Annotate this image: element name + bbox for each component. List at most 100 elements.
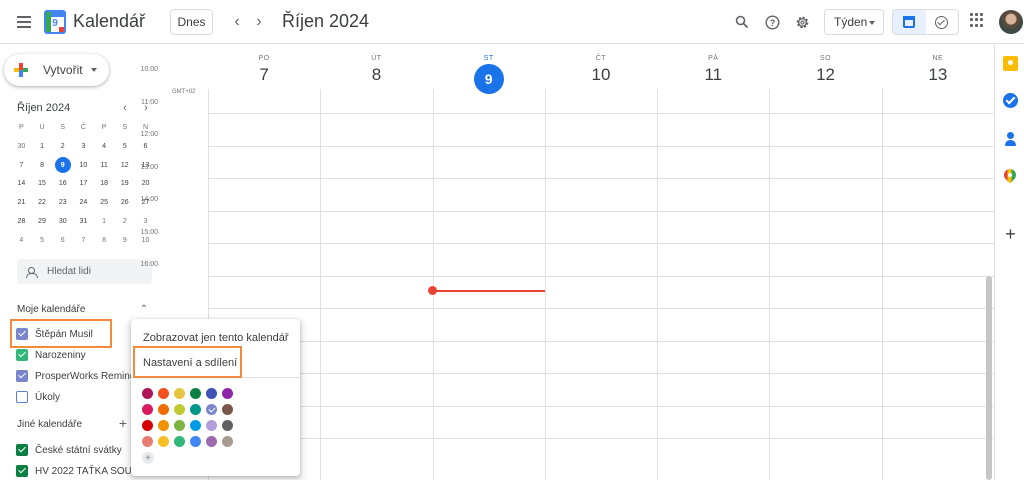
mini-day[interactable]: 28 <box>11 212 32 231</box>
scrollbar[interactable] <box>986 276 992 480</box>
calendar-list-item[interactable]: Štěpán Musil <box>16 325 93 343</box>
mini-day[interactable]: 2 <box>52 137 73 156</box>
chevron-left-icon[interactable]: ‹ <box>226 11 248 33</box>
main-menu-icon[interactable] <box>12 10 36 34</box>
avatar[interactable] <box>999 10 1023 34</box>
day-number[interactable]: 8 <box>320 64 432 86</box>
chevron-up-icon[interactable]: ⌃ <box>137 302 151 316</box>
color-swatch[interactable] <box>206 388 217 399</box>
color-swatch[interactable] <box>174 436 185 447</box>
mini-day[interactable]: 22 <box>32 193 53 212</box>
add-calendar-icon[interactable]: + <box>116 415 130 431</box>
day-header-5[interactable]: SO 12 <box>769 44 881 100</box>
checkbox[interactable] <box>16 328 28 340</box>
day-header-6[interactable]: NE 13 <box>882 44 994 100</box>
keep-icon[interactable] <box>1003 56 1018 71</box>
mini-day[interactable]: 15 <box>32 175 53 194</box>
color-swatch[interactable] <box>190 436 201 447</box>
create-button[interactable]: Vytvořit <box>4 54 109 86</box>
day-number-today[interactable]: 9 <box>473 64 504 94</box>
color-swatch[interactable] <box>222 436 233 447</box>
color-swatch[interactable] <box>158 420 169 431</box>
search-icon[interactable] <box>731 11 753 33</box>
calendar-list-item[interactable]: Narozeniny <box>16 346 86 364</box>
day-header-4[interactable]: PÁ 11 <box>657 44 769 100</box>
calendar-list-item[interactable]: České státní svátky <box>16 441 122 459</box>
day-header-2[interactable]: ST 9 <box>433 44 545 100</box>
color-swatch[interactable] <box>190 404 201 415</box>
mini-day[interactable]: 29 <box>32 212 53 231</box>
app-title[interactable]: Kalendář <box>73 11 145 32</box>
mini-day[interactable]: 30 <box>11 137 32 156</box>
help-icon[interactable]: ? <box>761 11 783 33</box>
color-swatch[interactable] <box>206 436 217 447</box>
mini-day[interactable]: 4 <box>11 231 32 250</box>
color-swatch[interactable] <box>206 420 217 431</box>
display-only-this-calendar-item[interactable]: Zobrazovat jen tento kalendář <box>131 324 300 352</box>
color-swatch[interactable] <box>142 388 153 399</box>
day-number[interactable]: 10 <box>545 64 657 86</box>
day-number[interactable]: 13 <box>882 64 994 86</box>
mini-day[interactable]: 6 <box>52 231 73 250</box>
checkbox[interactable] <box>16 370 28 382</box>
hour-grid[interactable] <box>208 89 995 480</box>
mini-day[interactable]: 31 <box>73 212 94 231</box>
color-swatch[interactable] <box>158 404 169 415</box>
day-header-0[interactable]: PO 7 <box>208 44 320 100</box>
my-calendars-title[interactable]: Moje kalendáře <box>17 304 85 315</box>
mini-day[interactable]: 14 <box>11 175 32 194</box>
apps-grid-icon[interactable] <box>970 13 984 27</box>
mini-day[interactable]: 25 <box>94 193 115 212</box>
mini-day[interactable]: 3 <box>73 137 94 156</box>
add-icon[interactable]: + <box>1003 224 1018 244</box>
mini-day[interactable]: 1 <box>32 137 53 156</box>
mini-day[interactable]: 20 <box>135 175 156 194</box>
tasks-icon[interactable] <box>1003 93 1018 108</box>
mini-day[interactable]: 18 <box>94 175 115 194</box>
mini-day[interactable]: 8 <box>94 231 115 250</box>
mini-day[interactable]: 4 <box>94 137 115 156</box>
contacts-icon[interactable] <box>1003 131 1018 146</box>
color-swatch[interactable] <box>174 420 185 431</box>
color-swatch[interactable] <box>174 404 185 415</box>
mini-day[interactable]: 8 <box>32 156 53 175</box>
mini-day[interactable]: 23 <box>52 193 73 212</box>
settings-and-sharing-item[interactable]: Nastavení a sdílení <box>131 349 300 377</box>
today-button[interactable]: Dnes <box>170 9 213 35</box>
add-custom-color-icon[interactable]: + <box>142 452 154 464</box>
maps-icon[interactable] <box>1004 169 1016 184</box>
day-header-1[interactable]: ÚT 8 <box>320 44 432 100</box>
mini-day[interactable]: 16 <box>52 175 73 194</box>
color-swatch[interactable] <box>142 420 153 431</box>
color-swatch[interactable] <box>142 436 153 447</box>
mini-day[interactable]: 7 <box>73 231 94 250</box>
mini-day[interactable]: 6 <box>135 137 156 156</box>
day-number[interactable]: 11 <box>657 64 769 86</box>
color-swatch[interactable] <box>142 404 153 415</box>
color-swatch[interactable] <box>222 420 233 431</box>
day-number[interactable]: 7 <box>208 64 320 86</box>
mini-day[interactable]: 5 <box>32 231 53 250</box>
calendar-list-item[interactable]: HV 2022 TAŤKA SOUKR <box>16 462 146 480</box>
checkbox[interactable] <box>16 391 28 403</box>
mini-day[interactable]: 10 <box>73 156 94 175</box>
color-swatch[interactable] <box>158 388 169 399</box>
chevron-right-icon[interactable]: › <box>248 11 270 33</box>
checkbox[interactable] <box>16 349 28 361</box>
color-swatch[interactable] <box>174 388 185 399</box>
tasks-view-toggle[interactable] <box>926 10 959 34</box>
color-swatch[interactable] <box>190 388 201 399</box>
checkbox[interactable] <box>16 444 28 456</box>
color-swatch[interactable] <box>222 388 233 399</box>
mini-day[interactable]: 30 <box>52 212 73 231</box>
view-select[interactable]: Týden <box>824 9 884 35</box>
mini-day-today[interactable]: 9 <box>52 156 73 175</box>
calendar-list-item[interactable]: Úkoly <box>16 388 60 406</box>
checkbox[interactable] <box>16 465 28 477</box>
other-calendars-title[interactable]: Jiné kalendáře <box>17 419 82 430</box>
gear-icon[interactable] <box>791 11 813 33</box>
mini-day[interactable]: 5 <box>114 137 135 156</box>
calendar-view-toggle[interactable] <box>893 10 926 34</box>
day-number[interactable]: 12 <box>769 64 881 86</box>
mini-day[interactable]: 24 <box>73 193 94 212</box>
